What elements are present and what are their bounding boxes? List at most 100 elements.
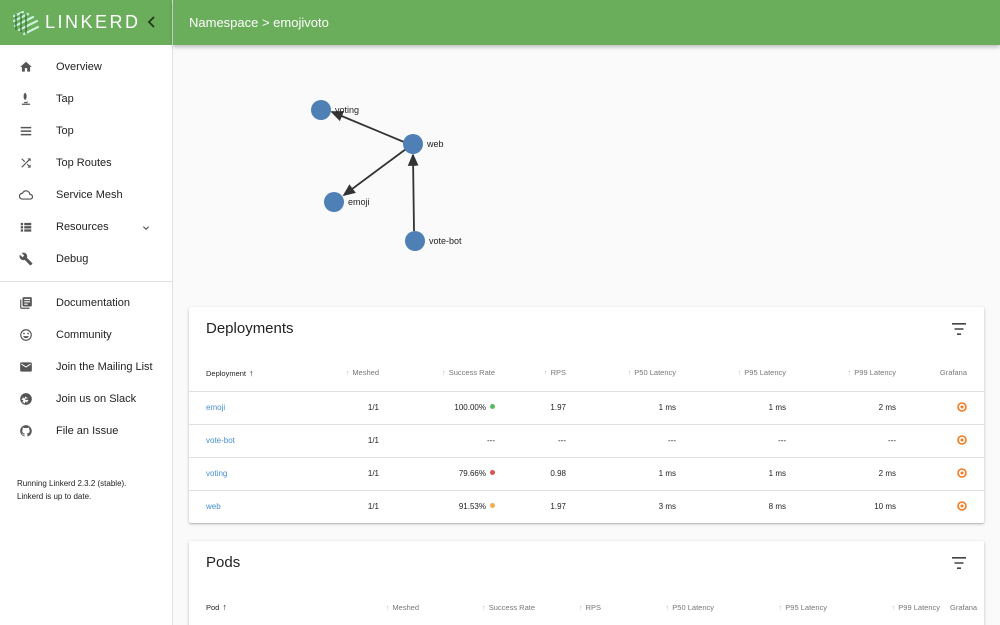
column-header-meshed[interactable]: ↑ Meshed	[319, 589, 429, 625]
graph-node-emoji[interactable]	[324, 192, 344, 212]
column-header-p99[interactable]: ↑ P99 Latency	[796, 355, 906, 391]
sidebar-item-debug[interactable]: Debug	[0, 243, 172, 275]
sidebar-item-label: File an Issue	[56, 425, 119, 437]
grafana-icon[interactable]	[957, 434, 967, 445]
column-label: P50 Latency	[672, 602, 714, 612]
table-row: web 1/1 91.53% 1.97 3 ms 8 ms 10 ms	[189, 489, 984, 523]
column-label: Grafana	[939, 368, 967, 378]
column-header-success-rate[interactable]: ↑ Success Rate	[429, 589, 545, 625]
update-status: Linkerd is up to date.	[17, 492, 92, 501]
p95-cell: 8 ms	[686, 489, 796, 523]
sort-arrow-icon: ↑	[249, 367, 254, 378]
sidebar-item-overview[interactable]: Overview	[0, 51, 172, 83]
graph-node-vote-bot[interactable]	[405, 231, 425, 251]
meshed-cell: 1/1	[299, 456, 389, 490]
grafana-icon[interactable]	[957, 467, 967, 478]
sidebar-item-tap[interactable]: Tap	[0, 83, 172, 115]
sort-arrow-icon: ↑	[385, 602, 390, 612]
deployment-link[interactable]: web	[189, 489, 299, 523]
primary-nav: Overview Tap Top Top Routes Service Mesh…	[0, 45, 172, 275]
p50-cell: 1 ms	[576, 390, 686, 424]
table-row: emoji 1/1 100.00% 1.97 1 ms 1 ms 2 ms	[189, 390, 984, 424]
sort-arrow-icon: ↑	[345, 368, 350, 378]
deployment-link[interactable]: emoji	[189, 390, 299, 424]
sidebar-item-resources[interactable]: Resources	[0, 211, 172, 243]
column-label: Pod	[206, 603, 220, 612]
success-rate-cell: 79.66%	[389, 456, 505, 490]
sidebar-item-service-mesh[interactable]: Service Mesh	[0, 179, 172, 211]
table-header-row: Deployment ↑ ↑ Meshed ↑ Success Rate ↑ RPS ↑…	[189, 355, 984, 391]
card-title: Pods	[206, 554, 241, 571]
column-label: P99 Latency	[898, 602, 940, 612]
microscope-icon	[18, 91, 34, 107]
graph-node-label: emoji	[348, 197, 370, 207]
success-rate-value: ---	[487, 436, 495, 445]
brand-name[interactable]: LINKERD	[45, 12, 141, 33]
sort-arrow-icon: ↑	[578, 602, 583, 612]
success-rate-value: 91.53%	[458, 502, 486, 512]
slack-icon	[18, 391, 34, 407]
column-header-rps[interactable]: ↑ RPS	[545, 589, 611, 625]
linkerd-logo-icon[interactable]	[11, 10, 41, 36]
sidebar-item-label: Overview	[56, 61, 102, 73]
sort-arrow-icon: ↑	[627, 368, 632, 378]
brand-bar: LINKERD	[0, 0, 172, 45]
graph-node-voting[interactable]	[311, 100, 331, 120]
filter-icon[interactable]	[952, 556, 966, 569]
p50-cell: 1 ms	[576, 456, 686, 490]
list-icon	[18, 123, 34, 139]
chevron-down-icon[interactable]	[140, 221, 152, 233]
column-header-p50[interactable]: ↑ P50 Latency	[611, 589, 724, 625]
column-header-p95[interactable]: ↑ P95 Latency	[724, 589, 837, 625]
grafana-icon[interactable]	[957, 500, 967, 511]
rps-cell: 1.97	[505, 390, 576, 424]
column-header-deployment[interactable]: Deployment ↑	[189, 355, 299, 391]
sidebar-item-mailing-list[interactable]: Join the Mailing List	[0, 351, 172, 383]
sidebar-item-label: Documentation	[56, 297, 130, 309]
sidebar-item-file-issue[interactable]: File an Issue	[0, 415, 172, 447]
page-title: Namespace > emojivoto	[189, 15, 329, 30]
sidebar-item-documentation[interactable]: Documentation	[0, 287, 172, 319]
deployment-link[interactable]: vote-bot	[189, 423, 299, 457]
column-label: Grafana	[950, 602, 978, 612]
secondary-nav: Documentation Community Join the Mailing…	[0, 287, 172, 447]
column-header-pod[interactable]: Pod ↑	[189, 589, 319, 625]
version-line: Running Linkerd 2.3.2 (stable).	[17, 479, 127, 488]
top-app-bar: Namespace > emojivoto	[173, 0, 1000, 45]
card-title: Deployments	[206, 320, 294, 337]
deployments-card: Deployments Deployment ↑ ↑ Meshed ↑ Success…	[189, 307, 984, 523]
column-header-success-rate[interactable]: ↑ Success Rate	[389, 355, 505, 391]
deployment-link[interactable]: voting	[189, 456, 299, 490]
filter-icon[interactable]	[952, 322, 966, 335]
graph-node-web[interactable]	[403, 134, 423, 154]
shuffle-icon	[18, 155, 34, 171]
sidebar-item-label: Top Routes	[56, 157, 112, 169]
library-books-icon	[18, 295, 34, 311]
column-header-p95[interactable]: ↑ P95 Latency	[686, 355, 796, 391]
success-rate-cell: 100.00%	[389, 390, 505, 424]
column-header-grafana: Grafana	[950, 589, 984, 625]
sidebar-item-top[interactable]: Top	[0, 115, 172, 147]
home-icon	[18, 59, 34, 75]
view-list-icon	[18, 219, 34, 235]
column-header-p50[interactable]: ↑ P50 Latency	[576, 355, 686, 391]
sidebar-item-community[interactable]: Community	[0, 319, 172, 351]
sidebar-item-top-routes[interactable]: Top Routes	[0, 147, 172, 179]
sidebar-item-slack[interactable]: Join us on Slack	[0, 383, 172, 415]
sidebar-item-label: Tap	[56, 93, 74, 105]
grafana-icon[interactable]	[957, 401, 967, 412]
chevron-left-icon[interactable]	[145, 14, 159, 30]
column-header-rps[interactable]: ↑ RPS	[505, 355, 576, 391]
p99-cell: 2 ms	[796, 456, 906, 490]
graph-node-label: vote-bot	[429, 236, 462, 246]
column-label: Success Rate	[488, 602, 535, 612]
sidebar-item-label: Service Mesh	[56, 189, 123, 201]
status-dot	[490, 503, 495, 509]
column-header-p99[interactable]: ↑ P99 Latency	[837, 589, 950, 625]
meshed-cell: 1/1	[299, 489, 389, 523]
column-header-meshed[interactable]: ↑ Meshed	[299, 355, 389, 391]
status-dot	[490, 404, 495, 409]
p50-cell: 3 ms	[576, 489, 686, 523]
column-label: Meshed	[352, 368, 379, 378]
graph-node-label: voting	[335, 105, 359, 115]
